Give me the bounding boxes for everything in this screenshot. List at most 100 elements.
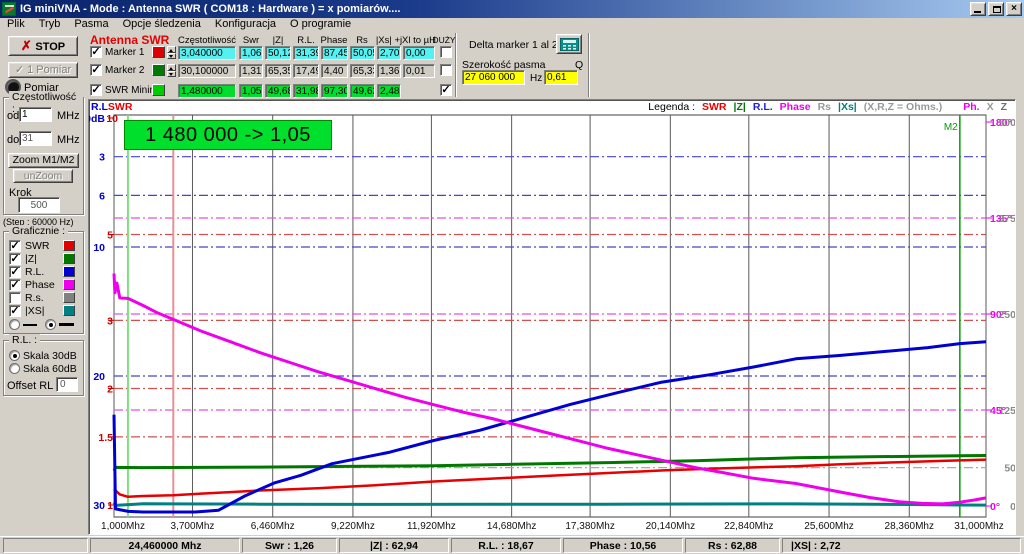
x-tick-label: 28,360Mhz	[885, 521, 934, 532]
rl-scale-radio-1[interactable]	[9, 363, 20, 374]
column-header-8: DUŻY	[432, 35, 455, 45]
series-checkbox-2[interactable]: ✓	[9, 266, 21, 278]
x-tick-label: 22,840Mhz	[724, 521, 773, 532]
swr-min-annotation: 1 480 000 -> 1,05	[124, 120, 332, 150]
axis-label: 250	[998, 309, 1015, 321]
status-cell-6: Rs : 62,88	[685, 538, 780, 553]
series-label: Phase	[25, 279, 55, 291]
line-thick-radio[interactable]	[45, 319, 56, 330]
to-unit: MHz	[57, 134, 80, 146]
restore-button[interactable]	[988, 2, 1004, 16]
minimize-icon	[974, 11, 981, 13]
marker-row-checkbox[interactable]: ✓	[90, 46, 102, 58]
marker-row-label: Marker 1	[105, 47, 144, 58]
rl-scale-label: Skala 60dB	[23, 363, 77, 375]
axis-label: 3	[107, 315, 113, 327]
marker-spinner[interactable]	[167, 46, 176, 59]
stop-button[interactable]: ✗ STOP	[8, 36, 78, 56]
menu-item-4[interactable]: Konfiguracja	[208, 18, 283, 31]
window-title: IG miniVNA - Mode : Antenna SWR ( COM18 …	[20, 3, 968, 15]
duzy-checkbox[interactable]	[440, 64, 452, 76]
rl-scale-group: R.L. : Skala 30dBSkala 60dB Offset RL	[3, 340, 84, 396]
series-checkbox-3[interactable]: ✓	[9, 279, 21, 291]
line-thin-radio[interactable]	[9, 319, 20, 330]
stop-x-icon: ✗	[21, 38, 36, 53]
axis-label: 10	[106, 113, 118, 125]
offset-rl-input[interactable]	[56, 377, 78, 392]
marker-value-cell: 97,30	[321, 84, 348, 98]
menu-item-0[interactable]: Plik	[0, 18, 32, 31]
to-label: do	[7, 134, 19, 146]
series-label: |Z|	[25, 253, 37, 265]
axis-label: 10	[93, 242, 105, 254]
status-cell-4: R.L. : 18,67	[451, 538, 561, 553]
duzy-checkbox[interactable]	[440, 46, 452, 58]
zoom-m1-m2-button[interactable]: Zoom M1/M2	[8, 153, 79, 168]
from-unit: MHz	[57, 110, 80, 122]
menubar: PlikTrybPasmaOpcje śledzeniaKonfiguracja…	[0, 18, 1024, 31]
menu-item-3[interactable]: Opcje śledzenia	[116, 18, 208, 31]
step-input[interactable]	[18, 197, 60, 213]
calculator-button[interactable]	[556, 34, 582, 54]
series-label: |XS|	[25, 305, 44, 317]
duzy-checkbox[interactable]: ✓	[440, 84, 452, 96]
marker-value-cell: 1,36	[377, 64, 401, 78]
minimize-button[interactable]	[970, 2, 986, 16]
spinner-down-icon[interactable]	[167, 53, 176, 60]
x-tick-label: 9,220Mhz	[331, 521, 375, 532]
marker-value-cell: 87,45	[321, 46, 348, 60]
axis-label: 1	[107, 500, 113, 512]
x-tick-label: 14,680Mhz	[487, 521, 536, 532]
q-value: 0,61	[544, 70, 578, 85]
marker-spinner[interactable]	[167, 64, 176, 77]
marker-row-checkbox[interactable]: ✓	[90, 84, 102, 96]
rl-scale-radio-0[interactable]	[9, 350, 20, 361]
chart-panel: R.LSWR Legenda :SWR|Z|R.L.PhaseRs|Xs|(X,…	[88, 99, 1016, 535]
marker-row-label: Marker 2	[105, 65, 144, 76]
column-header-1: Swr	[243, 35, 259, 46]
marker-row-checkbox[interactable]: ✓	[90, 64, 102, 76]
series-checkbox-0[interactable]: ✓	[9, 240, 21, 252]
x-tick-label: 11,920Mhz	[407, 521, 456, 532]
to-input[interactable]	[19, 131, 52, 146]
marker-value-cell: 1,480000	[178, 84, 236, 98]
x-tick-label: 3,700Mhz	[171, 521, 215, 532]
frequency-group: Częstotliwość : od MHz do MHz Zoom M1/M2…	[3, 97, 84, 215]
marker-value-cell: 30,100000	[178, 64, 236, 78]
marker-value-cell: 65,35	[265, 64, 291, 78]
column-header-2: |Z|	[273, 35, 284, 46]
from-input[interactable]	[19, 107, 52, 122]
thick-line-sample	[59, 323, 74, 326]
single-measure-button[interactable]: ✓ 1 Pomiar	[8, 62, 78, 78]
titlebar: IG miniVNA - Mode : Antenna SWR ( COM18 …	[0, 0, 1024, 18]
marker-value-cell: 1,06	[239, 46, 263, 60]
marker-color-swatch[interactable]	[152, 46, 165, 58]
menu-item-5[interactable]: O programie	[283, 18, 358, 31]
close-button[interactable]: ×	[1006, 2, 1022, 16]
marker-color-swatch[interactable]	[152, 64, 165, 76]
menu-item-2[interactable]: Pasma	[67, 18, 115, 31]
sweep-chart: M20dB36102030105321.51180°135°90°45°0°50…	[89, 100, 1015, 534]
series-label: R.s.	[25, 292, 44, 304]
spinner-down-icon[interactable]	[167, 71, 176, 78]
axis-label: 1.5	[98, 432, 113, 444]
thin-line-sample	[23, 324, 37, 326]
series-checkbox-1[interactable]: ✓	[9, 253, 21, 265]
x-tick-label: 6,460Mhz	[251, 521, 295, 532]
series-label: SWR	[25, 240, 50, 252]
unzoom-button[interactable]: unZoom	[13, 169, 73, 183]
series-checkbox-5[interactable]: ✓	[9, 305, 21, 317]
series-checkbox-4[interactable]	[9, 292, 21, 304]
marker-panel: Antenna SWR Delta marker 1 al 2 Szerokoś…	[88, 31, 1024, 99]
app-icon	[2, 2, 16, 16]
graph-series-group: Graficznie : ✓SWR✓|Z|✓R.L.✓PhaseR.s.✓|XS…	[3, 231, 84, 334]
series-color-swatch	[63, 279, 75, 290]
menu-item-1[interactable]: Tryb	[32, 18, 68, 31]
check-icon: ✓	[15, 64, 27, 76]
status-cell-1: 24,460000 Mhz	[90, 538, 240, 553]
rl-scale-label: Skala 30dB	[23, 350, 77, 362]
bandwidth-value: 27 060 000	[462, 70, 525, 85]
axis-label: 0dB	[89, 113, 105, 125]
marker-color-swatch[interactable]	[152, 84, 165, 96]
column-header-5: Rs	[356, 35, 368, 46]
